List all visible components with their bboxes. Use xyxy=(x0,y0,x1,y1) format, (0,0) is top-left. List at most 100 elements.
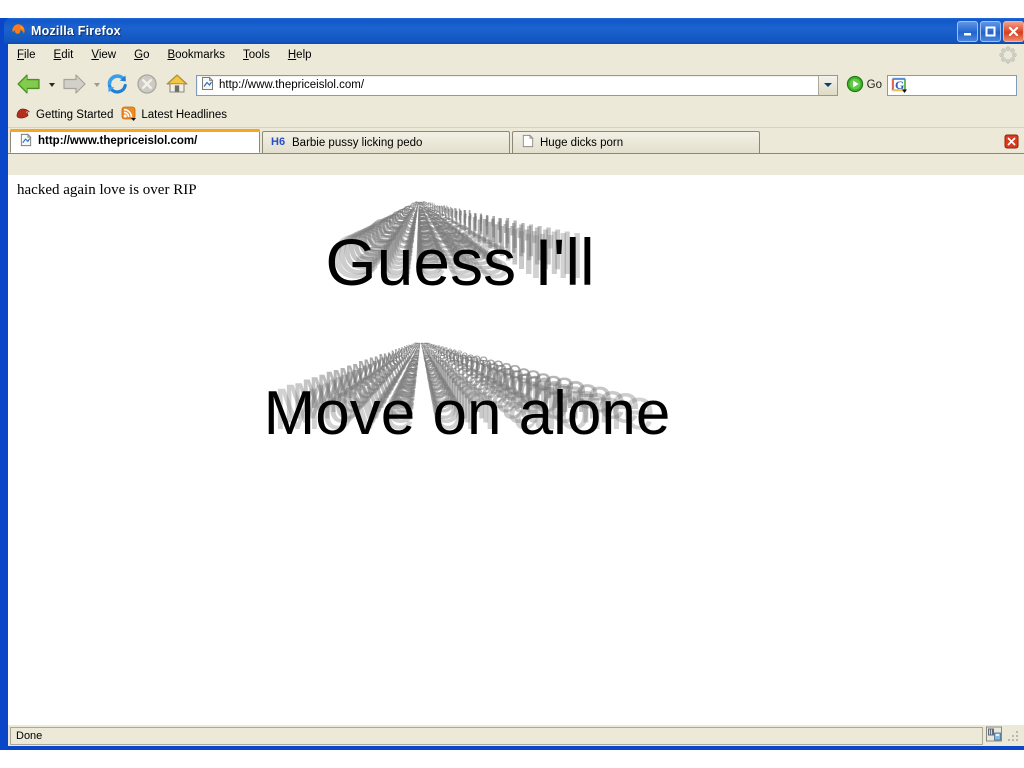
stop-button[interactable] xyxy=(132,70,162,100)
google-g-icon: G xyxy=(891,77,908,94)
zoom-text-copy: Guess I'll xyxy=(387,208,478,234)
menu-view[interactable]: View xyxy=(82,46,125,64)
zoom-text-copy: Move on alone xyxy=(356,356,522,385)
tab-label: Huge dicks porn xyxy=(540,136,624,149)
reload-button[interactable] xyxy=(102,70,132,100)
home-button[interactable] xyxy=(162,70,192,100)
zoom-text-copy: Move on alone xyxy=(263,379,671,448)
zoom-text-copy: Move on alone xyxy=(316,366,588,413)
zoom-text-copy: Move on alone xyxy=(400,346,453,356)
close-button[interactable] xyxy=(1003,21,1024,42)
zoom-text-copy: Guess I'll xyxy=(380,210,491,241)
zoom-text-copy: Guess I'll xyxy=(415,202,425,205)
zoom-text-copy: Guess I'll xyxy=(336,221,574,287)
zoom-text-copy: Guess I'll xyxy=(415,202,425,204)
zoom-text-copy: Move on alone xyxy=(405,344,444,351)
bookmark-getting-started[interactable]: Getting Started xyxy=(14,106,119,125)
zoom-text-copy: Guess I'll xyxy=(331,223,584,293)
h6-favicon: H6 xyxy=(271,134,287,151)
zoom-text-copy: Move on alone xyxy=(362,355,513,382)
zoom-text-copy: Move on alone xyxy=(337,360,553,398)
blank-page-favicon xyxy=(521,134,535,151)
address-dropdown-button[interactable] xyxy=(817,75,837,95)
zoom-text-copy: Guess I'll xyxy=(369,213,512,252)
zoom-text-copy: Move on alone xyxy=(323,364,575,408)
close-icon xyxy=(1004,22,1023,41)
zoom-text-copy: Move on alone xyxy=(411,343,435,348)
bookmark-label: Latest Headlines xyxy=(141,109,228,121)
zoom-text-copy: Move on alone xyxy=(386,349,475,365)
zoom-text-copy: Move on alone xyxy=(378,350,489,370)
zoom-text-copy: Guess I'll xyxy=(415,202,425,205)
bookmark-label: Getting Started xyxy=(36,109,114,121)
close-tab-button[interactable] xyxy=(1003,133,1019,149)
menu-help[interactable]: Help xyxy=(279,46,321,64)
zoom-text-copy: Guess I'll xyxy=(390,207,472,230)
menu-file[interactable]: File xyxy=(8,46,45,64)
zoom-text-copy: Guess I'll xyxy=(365,214,520,257)
zoom-text-copy: Guess I'll xyxy=(356,216,536,266)
page-content: hacked again love is over RIP Guess I'll… xyxy=(8,175,1024,724)
zoom-text-copy: Move on alone xyxy=(408,344,441,350)
status-text: Done xyxy=(16,729,43,742)
navigation-toolbar: http://www.thepriceislol.com/ Go G xyxy=(8,67,1024,103)
zoom-text-copy: Guess I'll xyxy=(411,202,433,209)
zoom-text-copy: Guess I'll xyxy=(412,202,431,208)
chevron-down-icon xyxy=(48,83,55,87)
zoom-text-copy: Move on alone xyxy=(273,376,656,442)
bookmark-latest-headlines[interactable]: Latest Headlines xyxy=(119,105,233,125)
zoom-text-copy: Move on alone xyxy=(394,347,463,359)
zoom-text-copy: Guess I'll xyxy=(351,218,545,272)
go-button-label: Go xyxy=(866,79,882,91)
forward-button[interactable] xyxy=(57,70,91,100)
zoom-text-copy: Move on alone xyxy=(413,342,433,347)
menu-go[interactable]: Go xyxy=(125,46,158,64)
maximize-button[interactable] xyxy=(980,21,1001,42)
zoom-text-copy: Move on alone xyxy=(415,343,429,346)
window-title: Mozilla Firefox xyxy=(31,24,121,38)
zoom-text-copy: Move on alone xyxy=(397,346,458,357)
tab-strip: http://www.thepriceislol.com/ H6 Barbie … xyxy=(8,128,1024,154)
tab-2[interactable]: Huge dicks porn xyxy=(512,131,760,153)
zoom-text-copy: Move on alone xyxy=(403,345,448,353)
minimize-button[interactable] xyxy=(957,21,978,42)
security-panel-icon[interactable] xyxy=(985,725,1003,746)
zoom-text-copy: Guess I'll xyxy=(410,202,436,210)
zoom-text-copy: Guess I'll xyxy=(384,209,484,237)
svg-text:H6: H6 xyxy=(271,136,285,148)
search-text-field[interactable] xyxy=(910,78,1016,92)
title-bar: Mozilla Firefox xyxy=(4,18,1024,44)
menu-tools[interactable]: Tools xyxy=(234,46,279,64)
back-dropdown-button[interactable] xyxy=(46,70,57,100)
zoom-text-copy: Guess I'll xyxy=(414,201,427,205)
tab-1[interactable]: H6 Barbie pussy licking pedo xyxy=(262,131,510,153)
menu-bookmarks[interactable]: Bookmarks xyxy=(158,46,234,64)
search-input[interactable]: G xyxy=(887,74,1017,96)
bookmarks-toolbar: Getting Started Latest Headlines xyxy=(8,103,1024,128)
browser-window: Mozilla Firefox File Edit View Go Bookma… xyxy=(0,18,1024,750)
menu-edit[interactable]: Edit xyxy=(45,46,83,64)
zoom-text-copy: Guess I'll xyxy=(400,205,453,220)
zoom-text-copy: Move on alone xyxy=(308,368,600,418)
window-controls xyxy=(957,21,1024,42)
zoom-text-copy: Guess I'll xyxy=(406,203,441,214)
go-arrow-icon xyxy=(846,75,864,96)
rss-feed-icon xyxy=(121,106,137,124)
back-button[interactable] xyxy=(12,70,46,100)
address-bar[interactable]: http://www.thepriceislol.com/ xyxy=(196,74,838,96)
zoom-text-copy: Move on alone xyxy=(344,359,542,393)
page-favicon xyxy=(200,76,215,94)
menu-bar: File Edit View Go Bookmarks Tools Help xyxy=(8,44,1024,67)
go-button[interactable]: Go xyxy=(841,75,887,96)
stop-icon xyxy=(136,73,158,98)
zoom-text-copy: Move on alone xyxy=(414,343,430,346)
zoom-text-copy: Move on alone xyxy=(415,343,429,345)
tab-0[interactable]: http://www.thepriceislol.com/ xyxy=(10,129,260,153)
zoom-text-copy: Guess I'll xyxy=(396,206,462,224)
zoom-text-copy: Move on alone xyxy=(330,362,564,403)
page-favicon xyxy=(19,132,33,150)
address-bar-text: http://www.thepriceislol.com/ xyxy=(219,79,365,91)
resize-grip-icon[interactable] xyxy=(1006,729,1020,743)
forward-dropdown-button[interactable] xyxy=(91,70,102,100)
zoom-text-copy: Guess I'll xyxy=(413,201,429,206)
